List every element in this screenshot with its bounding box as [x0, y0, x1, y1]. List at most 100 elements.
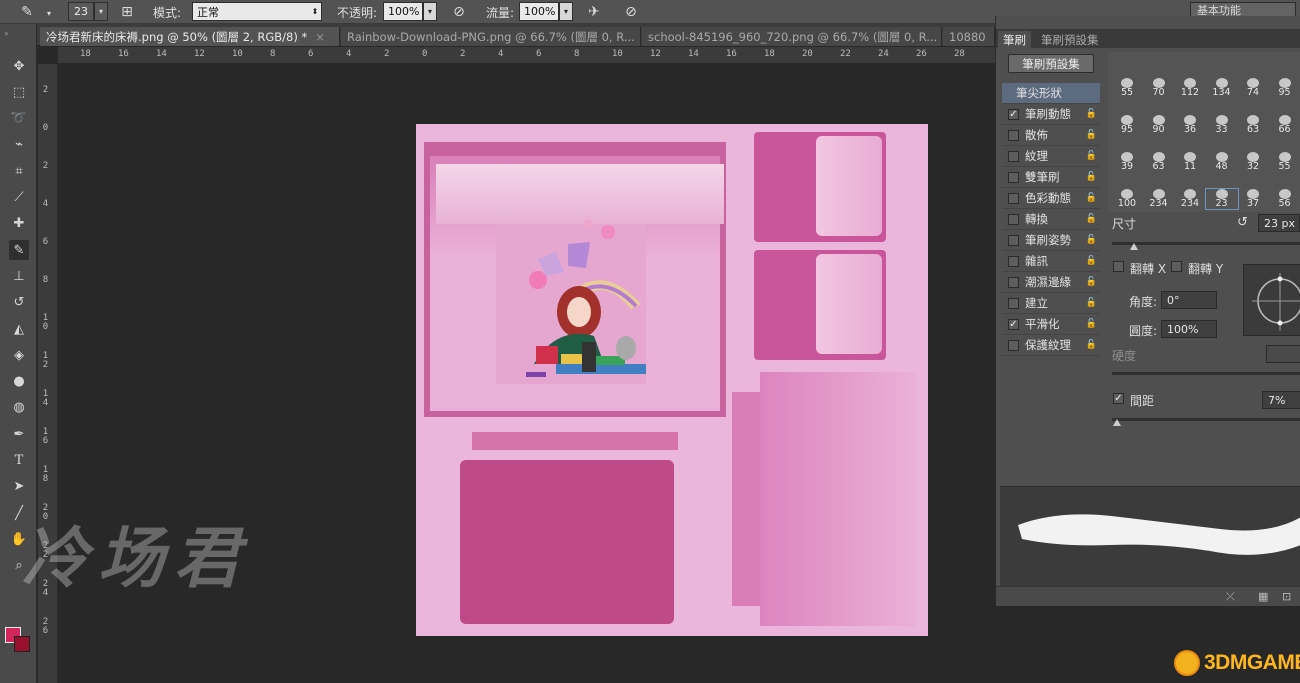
toggle-preview-icon[interactable]: ⤫	[1226, 590, 1235, 604]
brush-tip-cell[interactable]: 74	[1237, 78, 1269, 98]
new-preset-icon[interactable]: ⊡	[1282, 590, 1291, 603]
lock-icon[interactable]: 🔓	[1086, 319, 1097, 329]
hardness-slider[interactable]	[1112, 372, 1300, 375]
option-checkbox[interactable]	[1008, 234, 1019, 246]
brush-tip-cell[interactable]: 23	[1204, 188, 1239, 210]
brush-tip-cell[interactable]: 48	[1206, 152, 1238, 172]
brush-option-item[interactable]: 散佈 🔓	[1002, 125, 1100, 146]
quick-select-icon[interactable]: ⌁	[9, 135, 29, 155]
option-checkbox[interactable]	[1008, 276, 1019, 288]
brush-option-item[interactable]: 轉換 🔓	[1002, 209, 1100, 230]
lock-icon[interactable]: 🔓	[1086, 235, 1097, 245]
option-checkbox[interactable]	[1008, 297, 1019, 309]
healing-icon[interactable]: ✚	[9, 214, 29, 234]
eraser-icon[interactable]: ◭	[9, 319, 29, 339]
brush-tip-cell[interactable]: 95	[1111, 115, 1143, 135]
option-checkbox[interactable]	[1008, 129, 1019, 141]
option-checkbox[interactable]: ✓	[1008, 108, 1019, 120]
brush-tip-cell[interactable]: 112	[1174, 78, 1206, 98]
type-icon[interactable]: T	[9, 451, 29, 471]
brush-tip-cell[interactable]: 70	[1143, 78, 1175, 98]
history-brush-icon[interactable]: ↺	[9, 293, 29, 313]
flow-field[interactable]: 100%	[519, 2, 559, 21]
brush-tip-cell[interactable]: 11	[1174, 152, 1206, 172]
spacing-checkbox[interactable]: ✓	[1113, 393, 1124, 404]
pen-icon[interactable]: ✒	[9, 424, 29, 444]
eyedropper-icon[interactable]: ⟋	[9, 188, 29, 208]
brush-tool-icon[interactable]: ✎	[18, 3, 36, 21]
tab-document-3[interactable]: school-845196_960_720.png @ 66.7% (圖層 0,…	[642, 27, 942, 46]
lock-icon[interactable]: 🔓	[1086, 256, 1097, 266]
option-checkbox[interactable]	[1008, 171, 1019, 183]
brush-tip-cell[interactable]: 234	[1143, 189, 1175, 209]
brush-tip-cell[interactable]: 90	[1143, 115, 1175, 135]
lock-icon[interactable]: 🔓	[1086, 214, 1097, 224]
tab-document-4[interactable]: 10880	[943, 27, 995, 46]
brush-tip-cell[interactable]: 63	[1237, 115, 1269, 135]
brush-tip-cell[interactable]: 55	[1111, 78, 1143, 98]
brush-picker-dropdown[interactable]: ▾	[94, 2, 108, 21]
brush-angle-widget[interactable]	[1243, 264, 1300, 336]
collapse-icon[interactable]: »	[4, 29, 9, 38]
option-checkbox[interactable]: ✓	[1008, 318, 1019, 330]
brush-option-item[interactable]: 潮濕邊緣 🔓	[1002, 272, 1100, 293]
brush-option-item[interactable]: 建立 🔓	[1002, 293, 1100, 314]
option-checkbox[interactable]	[1008, 255, 1019, 267]
airbrush-icon[interactable]: ✈	[585, 3, 603, 21]
brush-tip-cell[interactable]: 63	[1143, 152, 1175, 172]
lock-icon[interactable]: 🔓	[1086, 193, 1097, 203]
brush-tip-cell[interactable]: 36	[1174, 115, 1206, 135]
pressure-size-icon[interactable]: ⊘	[622, 3, 640, 21]
spacing-slider-thumb[interactable]	[1113, 419, 1121, 426]
flip-y-checkbox[interactable]	[1171, 261, 1182, 272]
lock-icon[interactable]: 🔓	[1086, 340, 1097, 350]
brush-tip-cell[interactable]: 33	[1206, 115, 1238, 135]
opacity-field[interactable]: 100%	[383, 2, 423, 21]
option-checkbox[interactable]	[1008, 192, 1019, 204]
brush-tip-cell[interactable]: 39	[1111, 152, 1143, 172]
blur-icon[interactable]: ●	[9, 372, 29, 392]
roundness-field[interactable]: 100%	[1161, 320, 1217, 338]
brush-size-picker[interactable]: 23	[68, 2, 94, 21]
option-checkbox[interactable]	[1008, 339, 1019, 351]
tool-preset-dropdown[interactable]: ▾	[42, 4, 56, 23]
opacity-dropdown[interactable]: ▾	[423, 2, 437, 21]
mode-select[interactable]: 正常	[192, 2, 322, 21]
move-icon[interactable]: ✥	[9, 56, 29, 76]
tab-document-2[interactable]: Rainbow-Download-PNG.png @ 66.7% (圖層 0, …	[341, 27, 641, 46]
stamp-icon[interactable]: ⊥	[9, 266, 29, 286]
brush-tip-cell[interactable]: 95	[1269, 78, 1300, 98]
grid-icon[interactable]: ▦	[1258, 590, 1268, 603]
flip-x-checkbox[interactable]	[1113, 261, 1124, 272]
option-checkbox[interactable]	[1008, 150, 1019, 162]
reset-size-icon[interactable]: ↺	[1237, 215, 1248, 230]
crop-icon[interactable]: ⌗	[9, 161, 29, 181]
brush-option-item[interactable]: ✓ 筆刷動態 🔓	[1002, 104, 1100, 125]
spacing-slider[interactable]	[1112, 418, 1300, 421]
brush-tip-cell[interactable]: 66	[1269, 115, 1300, 135]
pressure-opacity-icon[interactable]: ⊘	[450, 3, 468, 21]
brush-option-item[interactable]: 筆尖形狀	[1002, 83, 1100, 104]
brush-option-item[interactable]: 保護紋理 🔓	[1002, 335, 1100, 356]
brush-presets-button[interactable]: 筆刷預設集	[1008, 54, 1094, 73]
lock-icon[interactable]: 🔓	[1086, 277, 1097, 287]
size-slider-thumb[interactable]	[1130, 243, 1138, 250]
dodge-icon[interactable]: ◍	[9, 398, 29, 418]
brush-option-item[interactable]: 雙筆刷 🔓	[1002, 167, 1100, 188]
angle-field[interactable]: 0°	[1161, 291, 1217, 309]
brush-option-item[interactable]: 紋理 🔓	[1002, 146, 1100, 167]
brush-tip-cell[interactable]: 234	[1174, 189, 1206, 209]
brush-option-item[interactable]: 筆刷姿勢 🔓	[1002, 230, 1100, 251]
lock-icon[interactable]: 🔓	[1086, 172, 1097, 182]
lock-icon[interactable]: 🔓	[1086, 298, 1097, 308]
lock-icon[interactable]: 🔓	[1086, 109, 1097, 119]
brush-tip-cell[interactable]: 56	[1269, 189, 1300, 209]
option-checkbox[interactable]	[1008, 213, 1019, 225]
brush-option-item[interactable]: ✓ 平滑化 🔓	[1002, 314, 1100, 335]
path-select-icon[interactable]: ➤	[9, 477, 29, 497]
spacing-field[interactable]: 7%	[1262, 391, 1300, 409]
brush-option-item[interactable]: 雜訊 🔓	[1002, 251, 1100, 272]
lock-icon[interactable]: 🔓	[1086, 130, 1097, 140]
size-slider[interactable]	[1112, 242, 1300, 245]
brush-icon[interactable]: ✎	[9, 240, 29, 261]
